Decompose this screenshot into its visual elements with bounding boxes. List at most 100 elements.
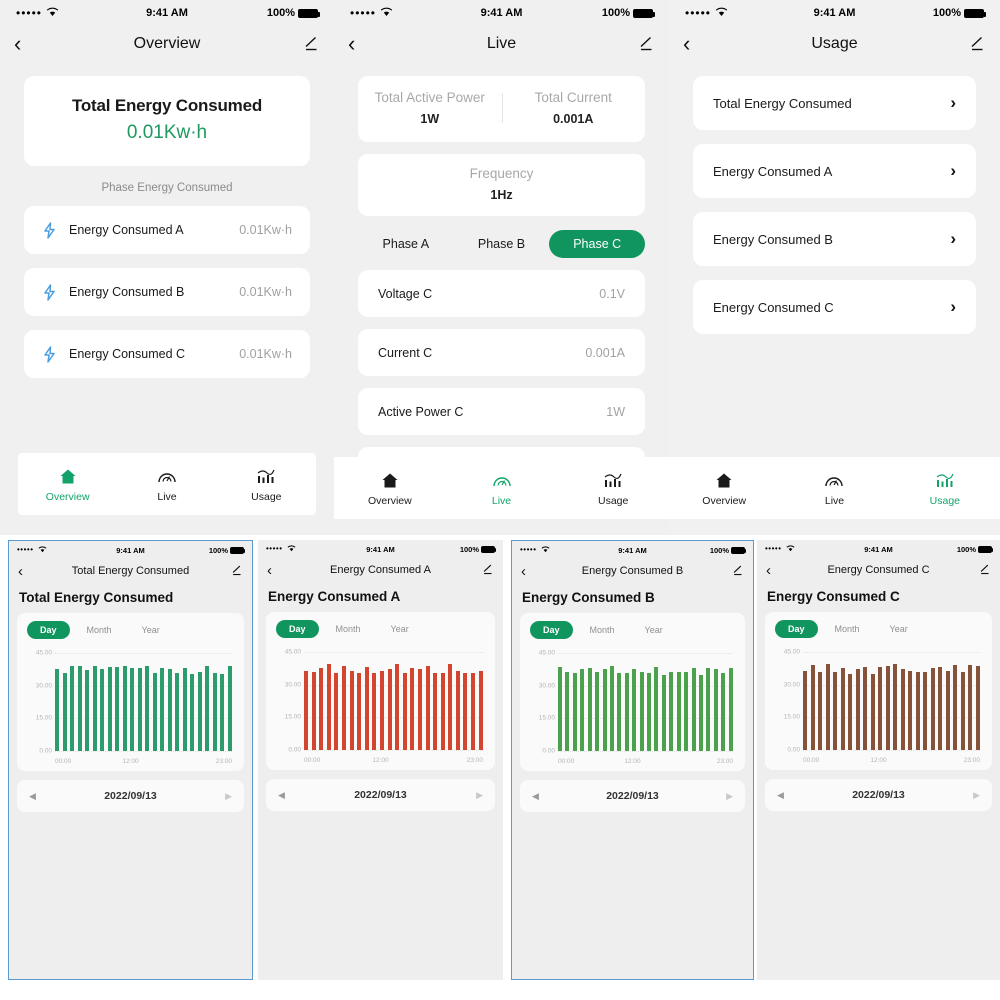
list-item-label: Voltage C [378,287,432,301]
pencil-edit-icon[interactable] [732,565,744,577]
y-axis-tick-label: 15.00 [274,714,301,721]
bottom-tab-bar: Overview Live Usage [334,457,669,519]
bar [395,664,399,750]
live-body: Total Active Power 1W Total Current 0.00… [334,62,669,457]
phase-tab-c[interactable]: Phase C [549,230,645,258]
bar-chart-icon [217,465,316,487]
bar [365,667,369,750]
triangle-left-icon[interactable]: ◀ [29,791,36,802]
triangle-left-icon[interactable]: ◀ [278,790,285,801]
signal-dots-icon: ••••• [765,545,782,553]
status-left: ••••• [17,546,47,555]
tab-overview[interactable]: Overview [669,469,779,507]
date-navigator: ◀ 2022/09/13 ▶ [765,779,992,811]
list-item-label: Energy Consumed A [713,164,832,179]
nav-bar: ‹ Energy Consumed A [258,558,503,582]
bar-chart-icon [890,469,1000,491]
y-axis-tick-label: 30.00 [528,682,555,689]
status-left: ••••• [16,7,59,20]
bar [456,671,460,750]
list-item[interactable]: Energy Consumed C › [693,280,976,334]
list-item-label: Energy Consumed C [713,300,834,315]
bar [841,668,845,750]
pencil-edit-icon[interactable] [482,564,494,576]
range-tab-year[interactable]: Year [632,621,676,639]
bar [863,667,867,750]
range-tab-month[interactable]: Month [323,620,374,638]
bar-chart: 0.0015.0030.0045.0000:0012:0023:00 [25,649,236,767]
bar [871,674,875,750]
bar [946,671,950,750]
detail-screen-total: ••••• 9:41 AM 100% ‹ Total Energy Consum… [8,540,253,980]
bar [153,673,157,751]
tab-usage[interactable]: Usage [890,469,1000,507]
range-tab-month[interactable]: Month [577,621,628,639]
pencil-edit-icon[interactable] [969,36,986,53]
phase-tab-b[interactable]: Phase B [454,230,550,258]
tab-live[interactable]: Live [117,465,216,503]
list-item[interactable]: Energy Consumed B 0.01Kw·h [24,268,310,316]
phase-tab-a[interactable]: Phase A [358,230,454,258]
list-item[interactable]: Energy Consumed A 0.01Kw·h [24,206,310,254]
triangle-right-icon[interactable]: ▶ [973,790,980,801]
tab-overview[interactable]: Overview [334,469,446,507]
tab-live[interactable]: Live [446,469,558,507]
chart-heading: Total Energy Consumed [9,583,252,609]
range-tab-day[interactable]: Day [530,621,573,639]
tab-usage[interactable]: Usage [217,465,316,503]
bar [595,672,599,751]
gridline [803,750,980,751]
range-tab-month[interactable]: Month [74,621,125,639]
range-tab-year[interactable]: Year [378,620,422,638]
list-item[interactable]: Energy Consumed C 0.01Kw·h [24,330,310,378]
bar [130,668,134,751]
list-item-label: Energy Consumed A [69,223,184,237]
bar [721,673,725,751]
pencil-edit-icon[interactable] [231,565,243,577]
range-selector: Day Month Year [526,621,739,645]
pencil-edit-icon[interactable] [979,564,991,576]
bar [115,667,119,751]
range-tab-year[interactable]: Year [877,620,921,638]
battery-icon [633,9,653,18]
range-tab-day[interactable]: Day [276,620,319,638]
list-item[interactable]: Energy Consumed B › [693,212,976,266]
bar [198,672,202,751]
tab-live[interactable]: Live [779,469,889,507]
x-axis-tick-label: 23:00 [467,757,483,764]
range-tab-month[interactable]: Month [822,620,873,638]
tab-overview[interactable]: Overview [18,465,117,503]
list-item[interactable]: Energy Consumed A › [693,144,976,198]
triangle-left-icon[interactable]: ◀ [532,791,539,802]
bottom-tab-bar: Overview Live Usage [18,453,316,515]
x-axis-tick-label: 12:00 [624,758,640,765]
tab-usage[interactable]: Usage [557,469,669,507]
bar [463,673,467,750]
triangle-right-icon[interactable]: ▶ [225,791,232,802]
tab-label: Overview [669,495,779,507]
list-item: Current C 0.001A [358,329,645,376]
triangle-right-icon[interactable]: ▶ [726,791,733,802]
range-tab-day[interactable]: Day [775,620,818,638]
pencil-edit-icon[interactable] [638,36,655,53]
list-item[interactable]: Total Energy Consumed › [693,76,976,130]
battery-percent: 100% [710,546,729,555]
bar [388,669,392,750]
chart-card: Day Month Year 0.0015.0030.0045.0000:001… [17,613,244,771]
bar [558,667,562,751]
triangle-right-icon[interactable]: ▶ [476,790,483,801]
triangle-left-icon[interactable]: ◀ [777,790,784,801]
pencil-edit-icon[interactable] [303,36,320,53]
bar [625,673,629,751]
status-bar: ••••• 9:41 AM 100% [334,0,669,26]
selected-date: 2022/09/13 [278,789,483,801]
range-tab-year[interactable]: Year [129,621,173,639]
bar-series [803,652,980,750]
bar [70,666,74,751]
range-tab-day[interactable]: Day [27,621,70,639]
phase-list: Energy Consumed A 0.01Kw·h Energy Consum… [24,206,310,378]
y-axis-tick-label: 30.00 [773,681,800,688]
bar [588,668,592,751]
detail-screen-a: ••••• 9:41 AM 100% ‹ Energy Consumed A [258,540,503,980]
overview-screen: ••••• 9:41 AM 100% ‹ Overview [0,0,334,535]
